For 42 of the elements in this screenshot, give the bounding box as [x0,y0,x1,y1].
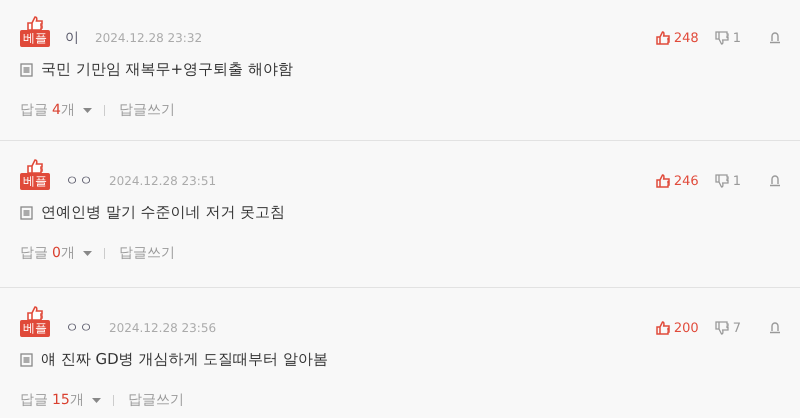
thumbs-up-icon [26,158,44,174]
caret-icon [82,250,92,256]
author-name: ㅇㅇ [65,319,93,337]
best-badge: 베플 [20,173,50,190]
best-badge: 베플 [20,320,50,337]
write-reply-link[interactable]: 답글쓰기 [118,101,175,119]
comment-date: 2024.12.28 23:56 [109,320,216,337]
comment-text: 국민 기만임 재복무+영구퇴출 해야함 [41,60,293,79]
dislike-button[interactable]: 1 [714,174,741,188]
comment-text: 연예인병 말기 수준이네 저거 못고침 [41,203,286,222]
memo-icon [20,62,33,76]
like-button[interactable]: 246 [656,174,699,188]
thumbs-up-icon [656,174,670,188]
report-icon[interactable] [769,32,781,44]
caret-icon [82,108,92,112]
dislike-button[interactable]: 7 [714,320,741,336]
thumbs-down-icon [714,31,729,45]
author-name: ㅇㅇ [65,172,93,190]
report-icon[interactable] [769,175,781,187]
like-button[interactable]: 248 [656,30,699,46]
write-reply-link[interactable]: 답글쓰기 [118,244,175,262]
caret-icon [92,398,101,402]
best-badge: 베플 [20,30,50,47]
comment-date: 2024.12.28 23:51 [109,173,216,190]
comment-date: 2024.12.28 23:32 [95,30,202,47]
report-icon[interactable] [769,322,781,334]
comment-text: 얘 진짜 GD병 개심하게 도질때부터 알아봄 [41,350,328,369]
thumbs-up-icon [26,305,44,321]
memo-icon [20,206,33,220]
replies-toggle[interactable]: 답글 0개 [20,244,92,262]
memo-icon [20,352,33,366]
thumbs-up-icon [656,321,670,335]
thumbs-down-icon [714,174,729,188]
thumbs-up-icon [656,31,670,45]
replies-toggle[interactable]: 답글 4개 [20,101,92,119]
like-button[interactable]: 200 [656,320,699,336]
write-reply-link[interactable]: 답글쓰기 [128,391,184,409]
dislike-button[interactable]: 1 [714,30,741,46]
thumbs-up-icon [26,15,44,31]
author-name: 이 [65,29,79,47]
replies-toggle[interactable]: 답글 15개 [20,391,101,409]
thumbs-down-icon [714,321,729,335]
